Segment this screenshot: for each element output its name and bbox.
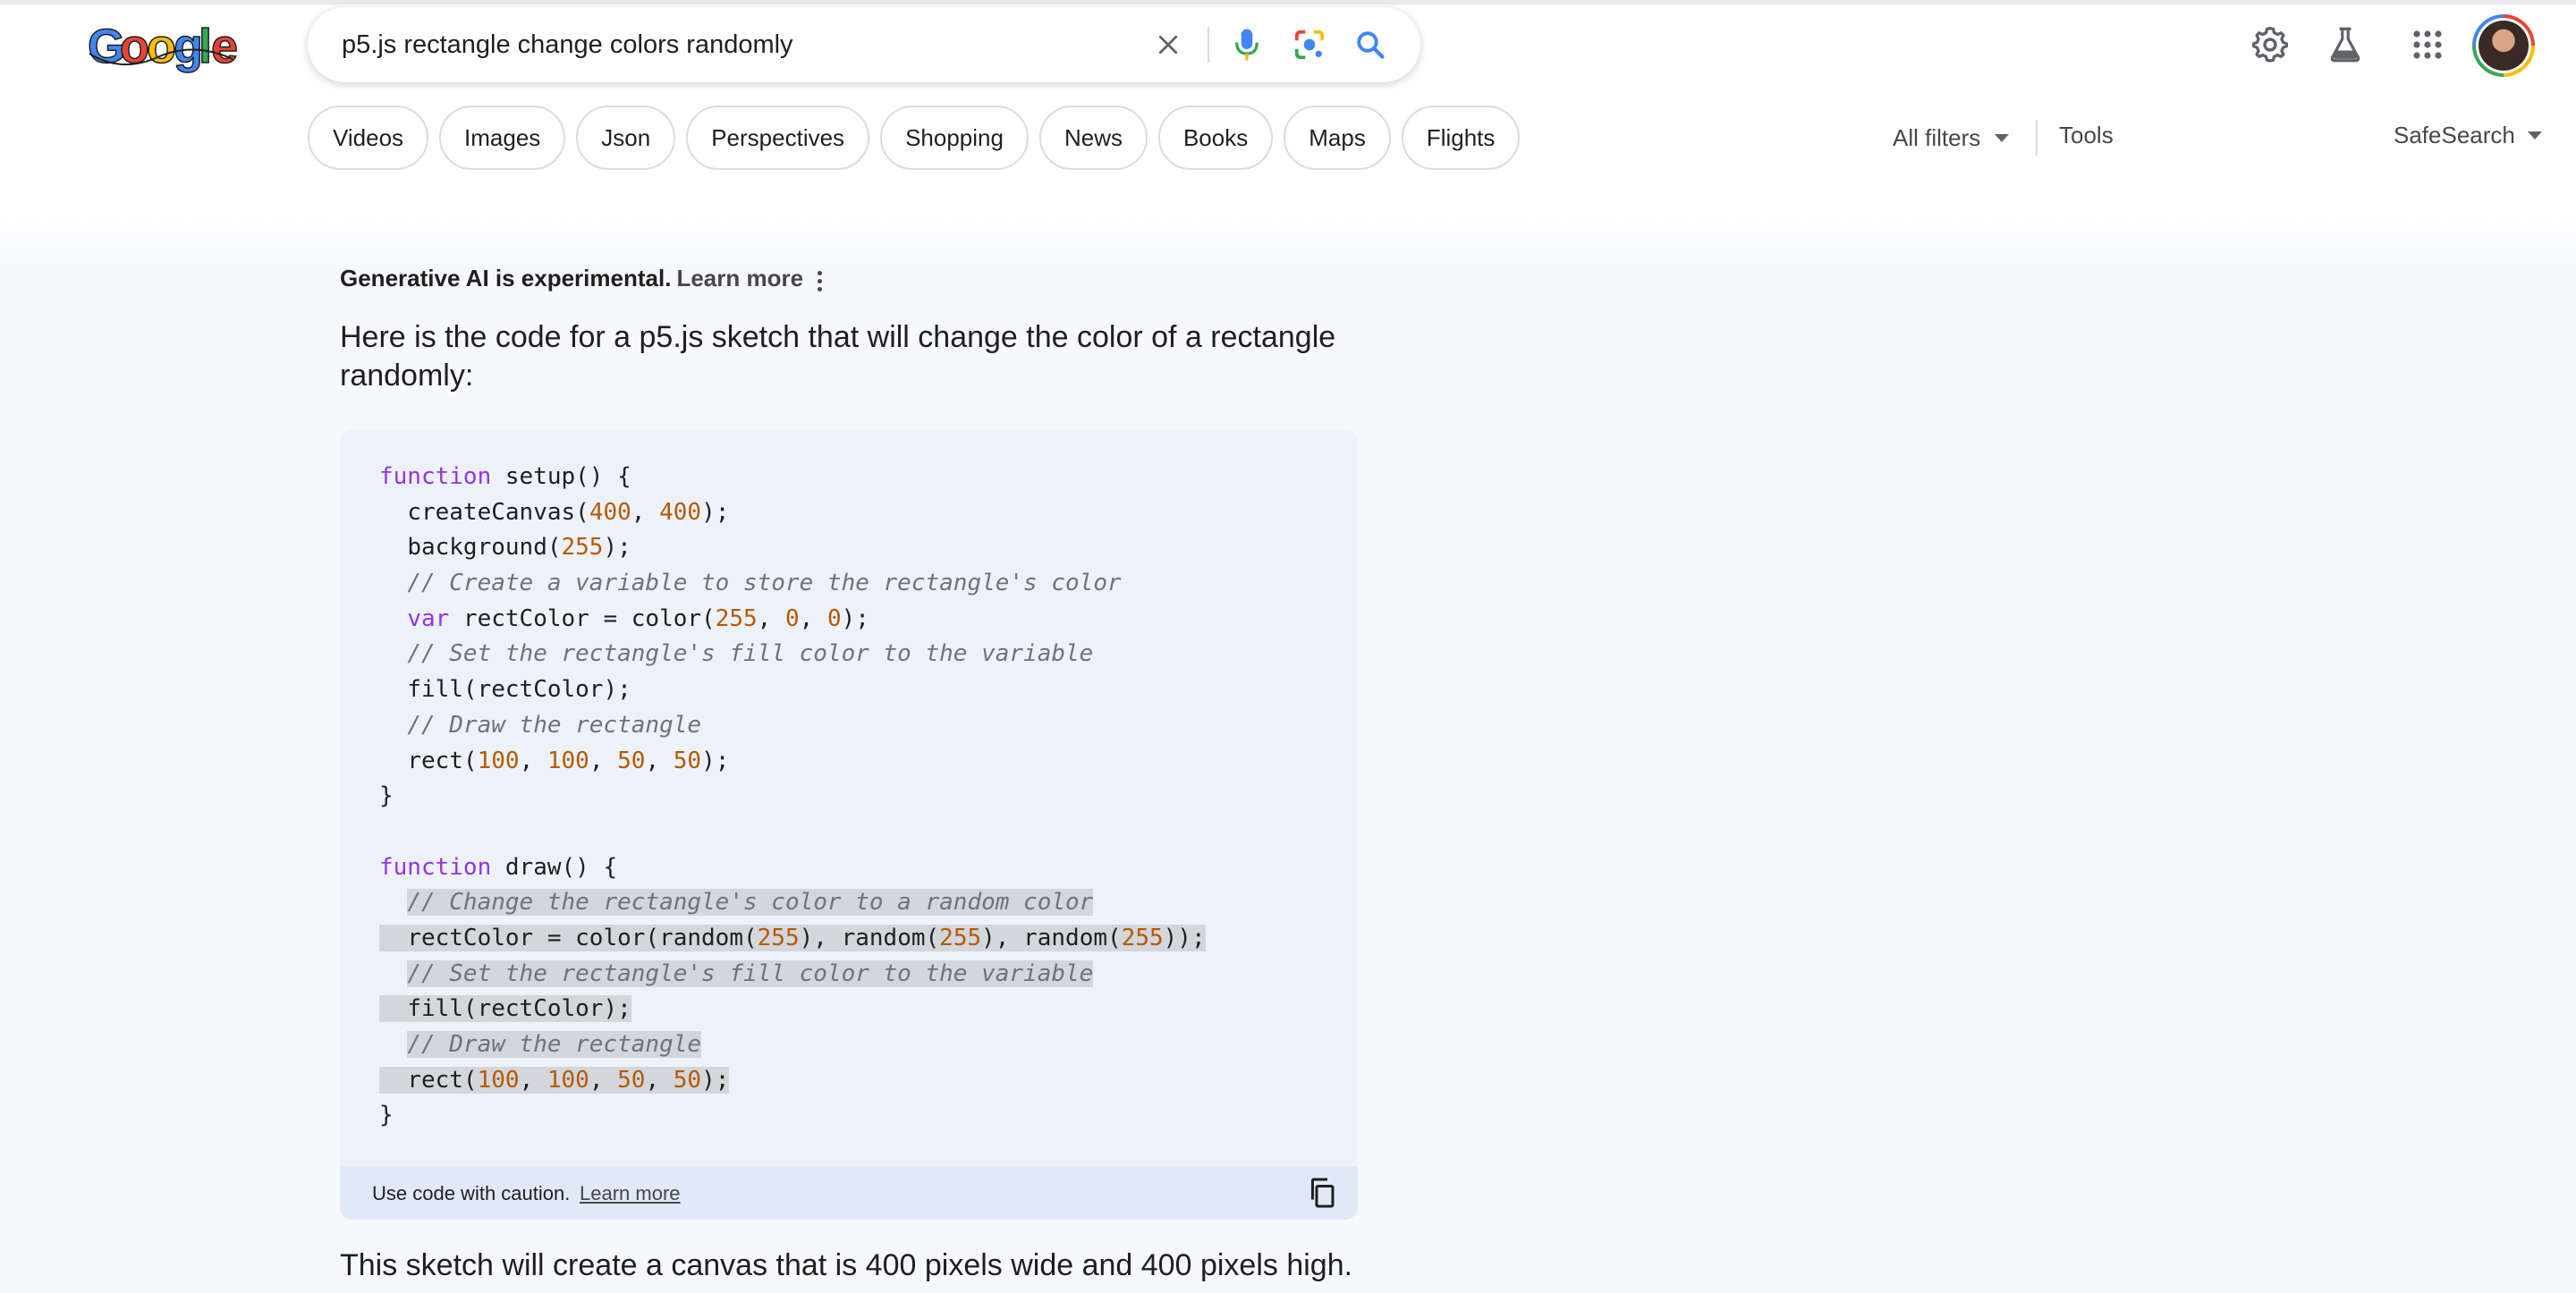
search-icon[interactable] <box>1352 27 1388 63</box>
search-filter-chips: Videos Images Json Perspectives Shopping… <box>308 106 1521 170</box>
safesearch-button[interactable]: SafeSearch <box>2394 122 2542 149</box>
ai-summary-text: This sketch will create a canvas that is… <box>340 1248 1353 1282</box>
ai-disclaimer: Generative AI is experimental. Learn mor… <box>340 265 803 292</box>
code-line: rect(100, 100, 50, 50); <box>407 747 730 774</box>
chip-shopping[interactable]: Shopping <box>880 106 1029 170</box>
code-line: rectColor = color(random(255), random(25… <box>379 921 1206 957</box>
avatar[interactable] <box>2472 14 2535 77</box>
chip-videos[interactable]: Videos <box>308 106 429 170</box>
code-line: // Create a variable to store the rectan… <box>407 570 1122 597</box>
chip-maps[interactable]: Maps <box>1284 106 1391 170</box>
all-filters-label: All filters <box>1893 123 1981 151</box>
chevron-down-icon <box>1995 133 2010 142</box>
labs-icon[interactable] <box>2324 23 2367 66</box>
code-line: // Set the rectangle's fill color to the… <box>407 640 1094 668</box>
code-line: } <box>379 1102 394 1129</box>
code-line: } <box>379 782 394 810</box>
copy-icon[interactable] <box>1306 1177 1338 1209</box>
chip-images[interactable]: Images <box>439 106 566 170</box>
tools-button[interactable]: Tools <box>2059 122 2114 149</box>
safesearch-label: SafeSearch <box>2394 122 2515 148</box>
search-box[interactable]: p5.js rectangle change colors randomly <box>308 7 1420 82</box>
profile-photo <box>2479 21 2529 71</box>
code-content[interactable]: function setup() { createCanvas(400, 400… <box>379 460 1206 1134</box>
search-input[interactable]: p5.js rectangle change colors randomly <box>342 7 793 82</box>
code-line: background(255); <box>407 534 631 562</box>
svg-text:e: e <box>211 20 238 73</box>
svg-text:o: o <box>147 20 176 73</box>
all-filters-button[interactable]: All filters <box>1893 122 2010 154</box>
code-line: rect(100, 100, 50, 50); <box>379 1063 1206 1099</box>
code-block: function setup() { createCanvas(400, 400… <box>340 429 1358 1220</box>
chevron-down-icon <box>2527 131 2542 139</box>
code-line: // Set the rectangle's fill color to the… <box>407 959 1094 987</box>
top-border <box>0 0 2576 4</box>
toolbar-divider <box>2036 120 2038 156</box>
clear-icon[interactable] <box>1150 27 1186 63</box>
code-line: // Change the rectangle's color to a ran… <box>407 889 1094 917</box>
code-caution-text: Use code with caution. <box>372 1182 571 1204</box>
apps-icon[interactable] <box>2406 23 2449 66</box>
code-line: fill(rectColor); <box>407 676 631 704</box>
chip-flights[interactable]: Flights <box>1401 106 1521 170</box>
code-line: fill(rectColor); <box>379 992 1206 1027</box>
lens-icon[interactable] <box>1292 27 1327 63</box>
settings-icon[interactable] <box>2249 23 2292 66</box>
learn-more-link[interactable]: Learn more <box>676 265 803 292</box>
chip-json[interactable]: Json <box>576 106 676 170</box>
code-line: // Draw the rectangle <box>407 711 702 739</box>
code-learn-more-link[interactable]: Learn more <box>580 1182 681 1205</box>
code-line: var rectColor = color(255, 0, 0); <box>407 604 869 632</box>
chip-news[interactable]: News <box>1038 106 1148 170</box>
ai-experimental-label: Generative AI is experimental. <box>340 265 672 292</box>
more-options-icon[interactable] <box>803 265 835 297</box>
svg-text:l: l <box>199 20 212 73</box>
chip-books[interactable]: Books <box>1157 106 1274 170</box>
code-line: createCanvas(400, 400); <box>407 498 730 526</box>
ai-intro-text: Here is the code for a p5.js sketch that… <box>340 320 1336 393</box>
code-line: function setup() { <box>379 463 631 490</box>
chip-perspectives[interactable]: Perspectives <box>686 106 870 170</box>
google-doodle-logo[interactable]: G o o g l e <box>86 18 238 75</box>
code-footer: Use code with caution. Learn more <box>340 1166 1358 1220</box>
search-divider <box>1208 27 1209 63</box>
code-line: function draw() { <box>379 853 618 881</box>
microphone-icon[interactable] <box>1229 27 1265 63</box>
code-line: // Draw the rectangle <box>407 1031 702 1058</box>
